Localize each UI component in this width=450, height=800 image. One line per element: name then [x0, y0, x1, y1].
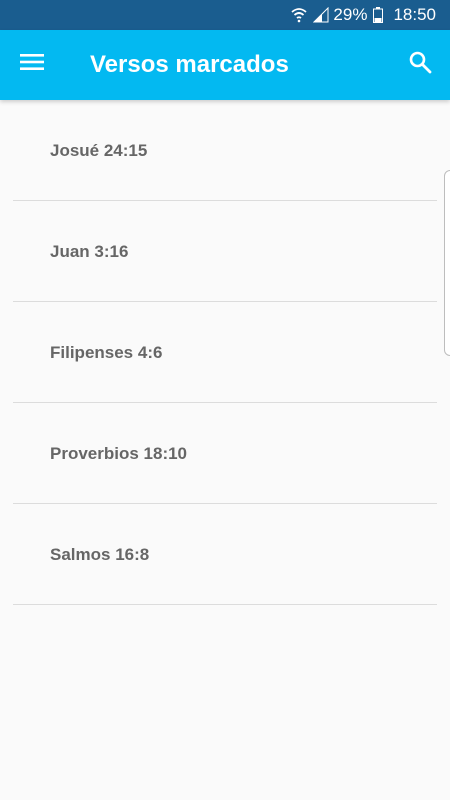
side-scroll-handle[interactable] — [444, 170, 450, 356]
list-item[interactable]: Juan 3:16 — [13, 201, 437, 302]
bookmark-list: Josué 24:15 Juan 3:16 Filipenses 4:6 Pro… — [0, 100, 450, 605]
signal-icon — [313, 7, 329, 23]
page-title: Versos marcados — [90, 51, 289, 78]
hamburger-menu-icon — [20, 52, 44, 77]
list-item[interactable]: Salmos 16:8 — [13, 504, 437, 605]
list-item[interactable]: Filipenses 4:6 — [13, 302, 437, 403]
search-button[interactable] — [398, 42, 442, 86]
bookmark-label: Juan 3:16 — [50, 242, 129, 261]
menu-button[interactable] — [10, 42, 54, 86]
search-icon — [408, 50, 432, 79]
battery-percent: 29% — [333, 5, 368, 24]
list-item[interactable]: Proverbios 18:10 — [13, 403, 437, 504]
bookmark-label: Josué 24:15 — [50, 141, 148, 160]
bookmark-label: Filipenses 4:6 — [50, 343, 163, 362]
status-bar: 29% 18:50 — [0, 0, 450, 30]
app-bar: Versos marcados — [0, 30, 450, 100]
bookmark-label: Proverbios 18:10 — [50, 444, 188, 463]
list-item[interactable]: Josué 24:15 — [13, 100, 437, 201]
battery-icon — [373, 7, 384, 23]
clock: 18:50 — [393, 5, 436, 24]
bookmark-label: Salmos 16:8 — [50, 545, 150, 564]
wifi-icon — [291, 7, 308, 23]
